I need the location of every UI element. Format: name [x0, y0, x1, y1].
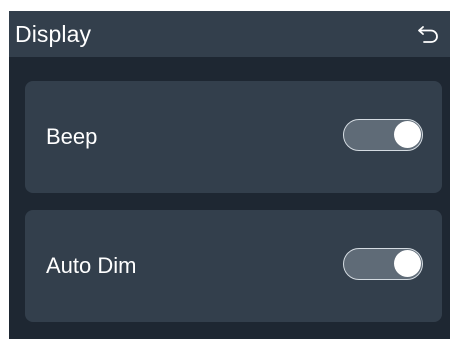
beep-label: Beep: [46, 124, 98, 149]
auto-dim-label: Auto Dim: [46, 253, 137, 278]
page-title: Display: [15, 21, 92, 47]
auto-dim-toggle[interactable]: [343, 248, 423, 280]
toggle-knob: [394, 121, 421, 148]
display-settings-screen: Display Beep Auto Dim: [9, 11, 450, 339]
beep-toggle[interactable]: [343, 119, 423, 151]
setting-card-beep: Beep: [25, 81, 442, 193]
header-bar: Display: [9, 11, 450, 57]
toggle-knob: [394, 250, 421, 277]
setting-card-auto-dim: Auto Dim: [25, 210, 442, 322]
back-button[interactable]: [416, 24, 440, 44]
back-arrow-icon: [418, 26, 438, 43]
